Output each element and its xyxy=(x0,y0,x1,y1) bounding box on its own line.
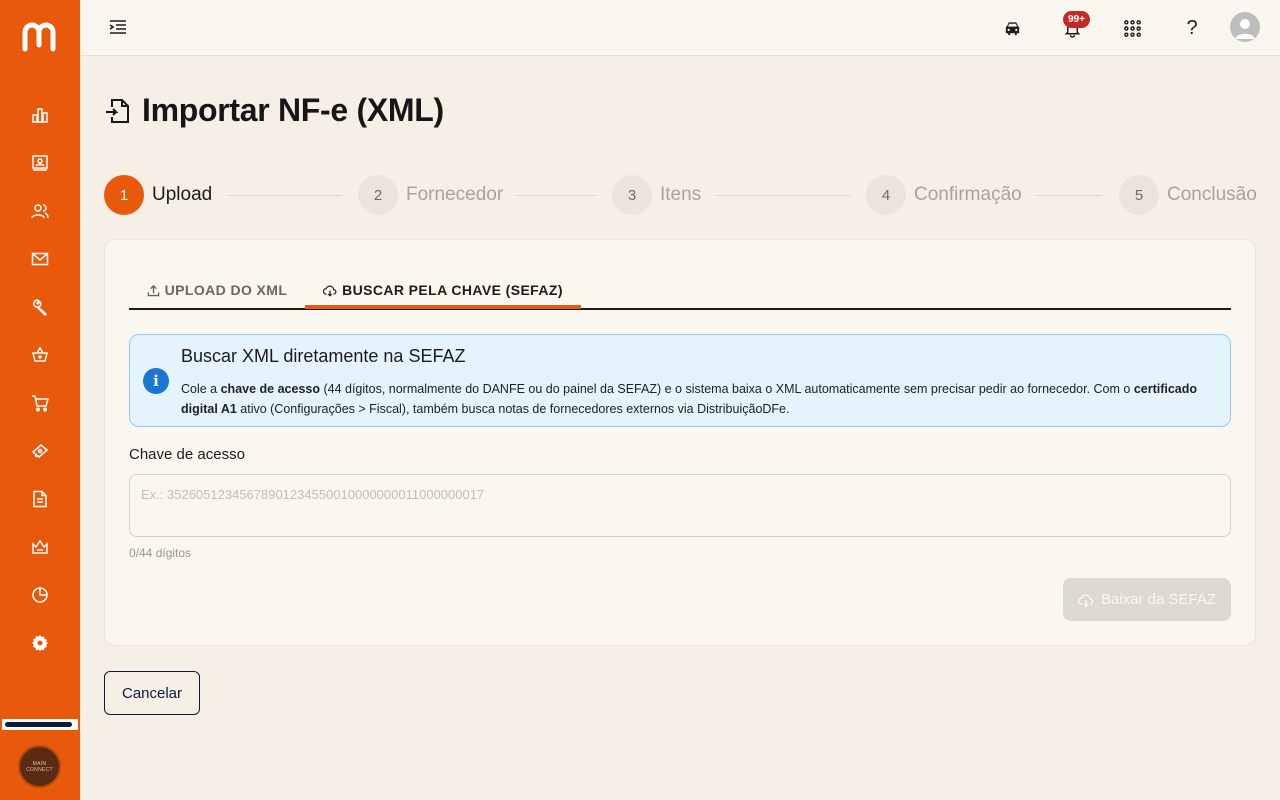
gear-icon xyxy=(32,635,48,651)
cloud-download-icon xyxy=(1077,593,1094,607)
topbar: 99+ ? xyxy=(80,0,1280,56)
sidebar-item-users[interactable] xyxy=(28,199,52,223)
sidebar-item-customers[interactable] xyxy=(28,151,52,175)
cancel-button[interactable]: Cancelar xyxy=(104,671,200,715)
page-title: Importar NF-e (XML) xyxy=(142,92,444,128)
step-number: 3 xyxy=(612,175,652,215)
car-icon[interactable] xyxy=(998,14,1026,42)
cloud-download-icon xyxy=(323,285,337,297)
step-connector xyxy=(228,195,342,196)
baixar-sefaz-label: Baixar da SEFAZ xyxy=(1100,591,1217,608)
step-label: Conclusão xyxy=(1167,184,1257,205)
step-number: 1 xyxy=(104,175,144,215)
company-avatar[interactable]: MAIN CONNECT xyxy=(18,745,61,788)
user-avatar-icon[interactable] xyxy=(1230,12,1260,42)
info-text: Cole a chave de acesso (44 dígitos, norm… xyxy=(181,382,1198,416)
info-alert: i Buscar XML diretamente na SEFAZ Cole a… xyxy=(129,334,1231,427)
contact-card-icon xyxy=(32,155,48,171)
sidebar-item-reports[interactable] xyxy=(28,583,52,607)
chave-label: Chave de acesso xyxy=(129,446,245,463)
basket-icon xyxy=(32,346,48,362)
file-import-icon xyxy=(106,98,129,123)
menu-toggle-icon[interactable] xyxy=(108,17,128,37)
step-connector xyxy=(1036,195,1102,196)
info-title: Buscar XML diretamente na SEFAZ xyxy=(181,346,466,366)
sidebar: MAIN CONNECT xyxy=(0,0,80,800)
step-label: Upload xyxy=(152,184,213,205)
help-icon[interactable]: ? xyxy=(1178,14,1206,42)
step-label: Confirmação xyxy=(914,184,1022,205)
sidebar-item-services[interactable] xyxy=(28,295,52,319)
sidebar-item-messages[interactable] xyxy=(28,247,52,271)
bar-chart-icon xyxy=(32,108,48,123)
sidebar-item-settings[interactable] xyxy=(28,631,52,655)
tab-label: UPLOAD DO XML xyxy=(164,282,288,298)
step-connector xyxy=(516,195,596,196)
step-fornecedor: 2 Fornecedor xyxy=(358,175,503,215)
step-number: 4 xyxy=(866,175,906,215)
digit-counter: 0/44 dígitos xyxy=(129,546,192,560)
step-confirmacao: 4 Confirmação xyxy=(866,175,1022,215)
step-conclusao: 5 Conclusão xyxy=(1119,175,1257,215)
step-label: Fornecedor xyxy=(406,184,504,205)
wrench-icon xyxy=(33,299,48,316)
sidebar-item-documents[interactable] xyxy=(28,487,52,511)
notification-badge: 99+ xyxy=(1063,11,1090,28)
sidebar-item-dashboard[interactable] xyxy=(28,103,52,127)
sidebar-item-finance[interactable] xyxy=(28,439,52,463)
sidebar-item-purchases[interactable] xyxy=(28,343,52,367)
step-label: Itens xyxy=(660,184,702,205)
cart-icon xyxy=(32,395,49,412)
step-upload: 1 Upload xyxy=(104,175,212,215)
step-number: 5 xyxy=(1119,175,1159,215)
tab-upload-xml[interactable]: UPLOAD DO XML xyxy=(129,272,305,308)
chave-acesso-input[interactable] xyxy=(129,474,1231,537)
document-icon xyxy=(33,490,47,508)
sidebar-progress-bar xyxy=(2,719,78,730)
apps-grid-icon[interactable] xyxy=(1118,14,1146,42)
step-itens: 3 Itens xyxy=(612,175,701,215)
sidebar-item-products[interactable] xyxy=(28,535,52,559)
sidebar-progress-fill xyxy=(5,722,72,727)
baixar-sefaz-button[interactable]: Baixar da SEFAZ xyxy=(1063,578,1231,621)
pie-chart-icon xyxy=(32,587,48,603)
step-number: 2 xyxy=(358,175,398,215)
crown-box-icon xyxy=(32,539,48,554)
step-connector xyxy=(716,195,850,196)
money-icon xyxy=(31,444,49,458)
tab-label: BUSCAR PELA CHAVE (SEFAZ) xyxy=(342,282,563,298)
company-avatar-text: MAIN CONNECT xyxy=(26,760,53,773)
tab-bar: UPLOAD DO XML BUSCAR PELA CHAVE (SEFAZ) xyxy=(129,272,1231,310)
page-header: Importar NF-e (XML) xyxy=(104,92,444,129)
tab-buscar-chave[interactable]: BUSCAR PELA CHAVE (SEFAZ) xyxy=(305,272,581,308)
info-icon: i xyxy=(143,368,169,394)
app-logo[interactable] xyxy=(20,18,60,52)
import-card: UPLOAD DO XML BUSCAR PELA CHAVE (SEFAZ) … xyxy=(104,239,1256,646)
users-icon xyxy=(31,204,49,219)
mail-icon xyxy=(31,252,49,266)
active-tab-indicator xyxy=(305,305,581,309)
upload-icon xyxy=(147,284,159,296)
sidebar-item-sales[interactable] xyxy=(28,391,52,415)
